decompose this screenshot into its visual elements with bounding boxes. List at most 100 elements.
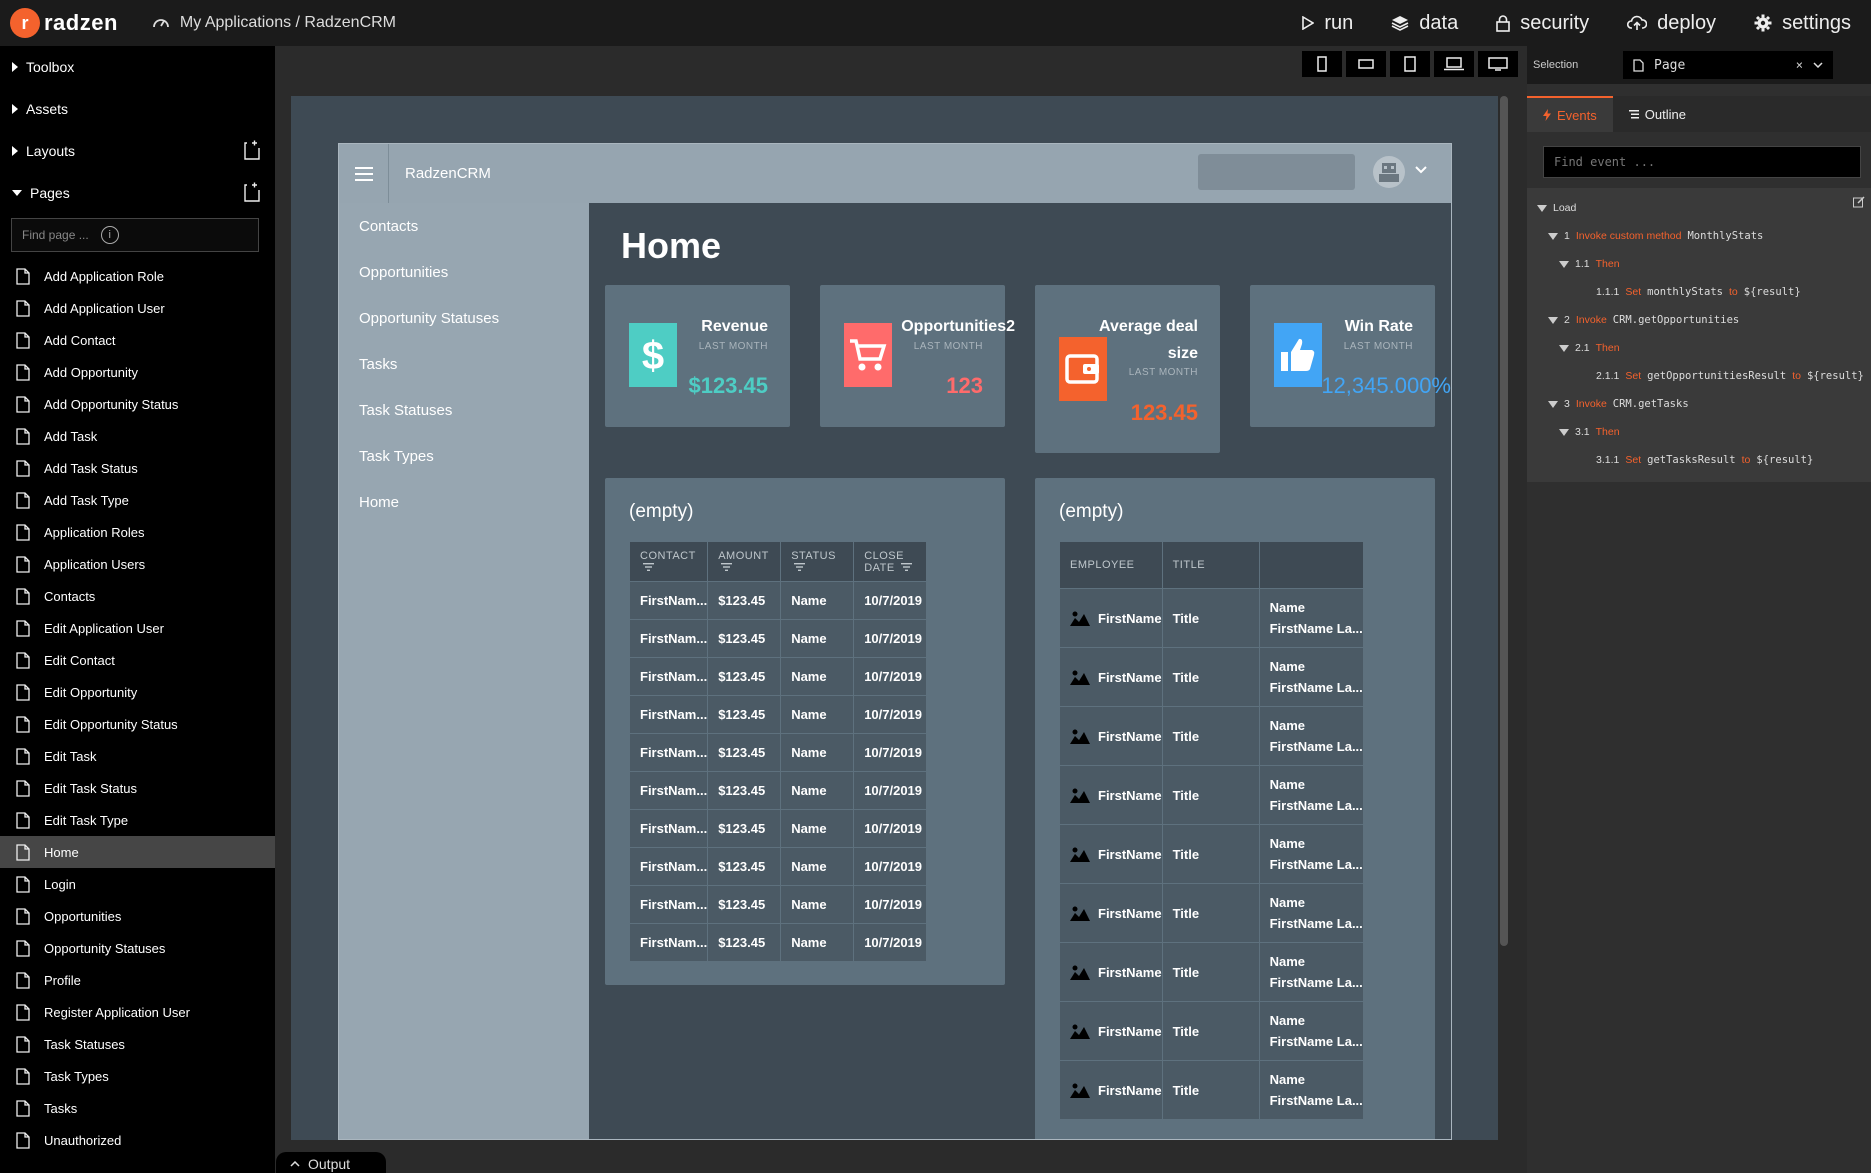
page-item[interactable]: Edit Opportunity <box>0 676 275 708</box>
event-item[interactable]: Load <box>1527 194 1871 222</box>
section-assets[interactable]: Assets <box>0 88 275 130</box>
table-row[interactable]: FirstNam... $123.45 Name 10/7/2019 <box>628 771 928 810</box>
page-item[interactable]: Profile <box>0 964 275 996</box>
add-page-icon[interactable] <box>243 182 261 202</box>
page-item[interactable]: Opportunities <box>0 900 275 932</box>
page-item[interactable]: Task Types <box>0 1060 275 1092</box>
page-item[interactable]: Task Statuses <box>0 1028 275 1060</box>
header-search-box[interactable] <box>1198 154 1355 190</box>
column-header[interactable]: STATUS <box>780 541 855 582</box>
page-item[interactable]: Add Task Status <box>0 452 275 484</box>
chevron-down-icon[interactable] <box>1813 62 1823 68</box>
filter-icon[interactable] <box>901 562 913 571</box>
page-item[interactable]: Register Application User <box>0 996 275 1028</box>
menu-toggle[interactable] <box>339 144 389 203</box>
page-item[interactable]: Edit Opportunity Status <box>0 708 275 740</box>
table-row[interactable]: FirstNam... $123.45 Name 10/7/2019 <box>628 733 928 772</box>
event-item[interactable]: 3 Invoke CRM.getTasks <box>1527 390 1871 418</box>
table-row[interactable]: FirstNam... $123.45 Name 10/7/2019 <box>628 923 928 962</box>
revenue-card[interactable]: $ Revenue LAST MONTH $123.45 <box>605 285 790 427</box>
event-item[interactable]: 2.1.1 Set getOpportunitiesResult to ${result… <box>1527 362 1871 390</box>
table-row[interactable]: FirstName Title Name FirstName La... <box>1059 1060 1364 1120</box>
app-nav-link[interactable]: Task Statuses <box>339 387 589 433</box>
page-item[interactable]: Home <box>0 836 275 868</box>
table-row[interactable]: FirstName Title Name FirstName La... <box>1059 883 1364 943</box>
table-row[interactable]: FirstName Title Name FirstName La... <box>1059 1001 1364 1061</box>
phone-portrait-button[interactable] <box>1302 51 1342 77</box>
filter-icon[interactable] <box>794 562 806 571</box>
phone-landscape-button[interactable] <box>1346 51 1386 77</box>
chevron-down-icon[interactable] <box>1415 166 1427 174</box>
page-item[interactable]: Add Task Type <box>0 484 275 516</box>
table-row[interactable]: FirstName Title Name FirstName La... <box>1059 824 1364 884</box>
info-icon[interactable]: i <box>100 226 119 244</box>
section-layouts[interactable]: Layouts <box>0 130 275 172</box>
page-item[interactable]: Unauthorized <box>0 1124 275 1156</box>
app-nav-link[interactable]: Home <box>339 479 589 525</box>
page-item[interactable]: Edit Task Status <box>0 772 275 804</box>
event-item[interactable]: 2.1 Then <box>1527 334 1871 362</box>
table-row[interactable]: FirstNam... $123.45 Name 10/7/2019 <box>628 581 928 620</box>
page-item[interactable]: Opportunity Statuses <box>0 932 275 964</box>
run-button[interactable]: run <box>1302 12 1353 35</box>
page-item[interactable]: Login <box>0 868 275 900</box>
page-item[interactable]: Add Contact <box>0 324 275 356</box>
selection-dropdown[interactable]: Page × <box>1623 51 1833 79</box>
page-item[interactable]: Application Users <box>0 548 275 580</box>
page-item[interactable]: Add Opportunity <box>0 356 275 388</box>
edit-icon[interactable] <box>1853 196 1865 208</box>
filter-icon[interactable] <box>643 562 654 571</box>
table-row[interactable]: FirstName Title Name FirstName La... <box>1059 647 1364 707</box>
data-button[interactable]: data <box>1391 12 1458 35</box>
app-nav-link[interactable]: Tasks <box>339 341 589 387</box>
tab-events[interactable]: Events <box>1527 96 1613 132</box>
page-item[interactable]: Add Task <box>0 420 275 452</box>
table-row[interactable]: FirstNam... $123.45 Name 10/7/2019 <box>628 695 928 734</box>
table-row[interactable]: FirstName Title Name FirstName La... <box>1059 765 1364 825</box>
page-item[interactable]: Application Roles <box>0 516 275 548</box>
deploy-button[interactable]: deploy <box>1627 12 1716 35</box>
page-item[interactable]: Edit Task Type <box>0 804 275 836</box>
table-row[interactable]: FirstName Title Name FirstName La... <box>1059 942 1364 1002</box>
table-row[interactable]: FirstName Title Name FirstName La... <box>1059 706 1364 766</box>
find-page-input[interactable]: Find page ... i <box>11 218 259 252</box>
column-header[interactable]: CLOSE DATE <box>853 541 928 582</box>
page-item[interactable]: Add Application User <box>0 292 275 324</box>
output-tab[interactable]: Output <box>276 1152 386 1173</box>
win-rate-card[interactable]: Win Rate LAST MONTH 12,345.000% <box>1250 285 1451 427</box>
column-header[interactable]: CONTACT <box>628 541 709 582</box>
average-deal-card[interactable]: Average deal size LAST MONTH 123.45 <box>1035 285 1220 453</box>
event-item[interactable]: 1.1 Then <box>1527 250 1871 278</box>
tab-outline[interactable]: Outline <box>1613 96 1702 132</box>
app-nav-link[interactable]: Contacts <box>339 203 589 249</box>
canvas-scrollbar[interactable] <box>1500 96 1508 946</box>
page-item[interactable]: Tasks <box>0 1092 275 1124</box>
settings-button[interactable]: settings <box>1754 12 1851 35</box>
app-nav-link[interactable]: Opportunities <box>339 249 589 295</box>
security-button[interactable]: security <box>1496 12 1589 35</box>
event-item[interactable]: 2 Invoke CRM.getOpportunities <box>1527 306 1871 334</box>
section-pages[interactable]: Pages <box>0 172 275 214</box>
page-item[interactable]: Edit Task <box>0 740 275 772</box>
clear-icon[interactable]: × <box>1796 58 1803 72</box>
app-nav-link[interactable]: Opportunity Statuses <box>339 295 589 341</box>
event-item[interactable]: 1 Invoke custom method MonthlyStats <box>1527 222 1871 250</box>
add-layout-icon[interactable] <box>243 140 261 160</box>
table-row[interactable]: FirstName Title Name FirstName La... <box>1059 588 1364 648</box>
app-preview[interactable]: RadzenCRM Contacts Opportunities Opportuni… <box>338 143 1452 1140</box>
opportunities-card[interactable]: Opportunities2 LAST MONTH 123 <box>820 285 1015 427</box>
page-item[interactable]: Edit Contact <box>0 644 275 676</box>
app-nav-link[interactable]: Task Types <box>339 433 589 479</box>
page-item[interactable]: Contacts <box>0 580 275 612</box>
event-item[interactable]: 3.1 Then <box>1527 418 1871 446</box>
filter-icon[interactable] <box>721 562 733 571</box>
laptop-button[interactable] <box>1434 51 1474 77</box>
section-toolbox[interactable]: Toolbox <box>0 46 275 88</box>
page-item[interactable]: Add Application Role <box>0 260 275 292</box>
table-row[interactable]: FirstNam... $123.45 Name 10/7/2019 <box>628 619 928 658</box>
avatar[interactable] <box>1373 156 1405 188</box>
event-item[interactable]: 1.1.1 Set monthlyStats to ${result} <box>1527 278 1871 306</box>
table-row[interactable]: FirstNam... $123.45 Name 10/7/2019 <box>628 657 928 696</box>
tablet-button[interactable] <box>1390 51 1430 77</box>
radzen-logo[interactable]: r radzen <box>10 8 118 38</box>
